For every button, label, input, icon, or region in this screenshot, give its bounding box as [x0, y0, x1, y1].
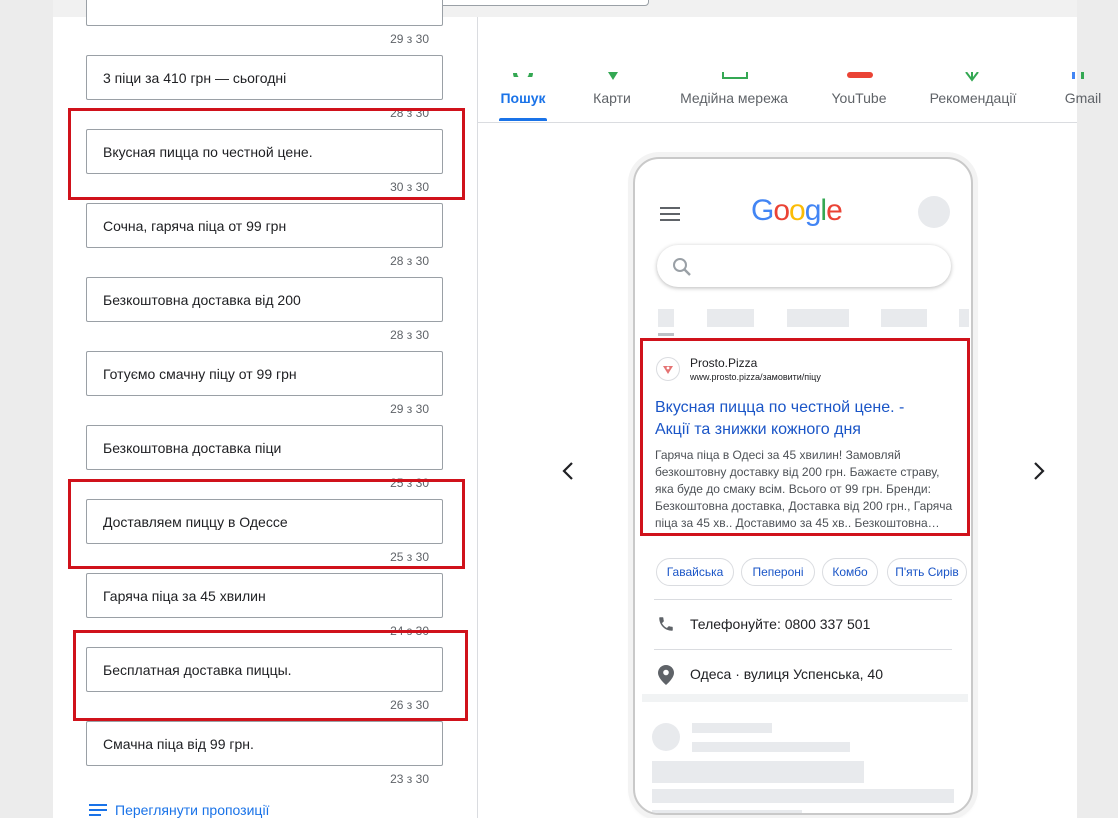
call-extension[interactable]: Телефонуйте: 0800 337 501 [690, 616, 870, 632]
ad-advertiser: Prosto.Pizza [690, 356, 758, 370]
ad-headline-line-2: Акції та знижки кожного дня [655, 421, 861, 438]
headline-input[interactable]: Гаряча піца за 45 хвилин [86, 573, 443, 618]
list-icon [89, 803, 107, 817]
skeleton-line [692, 742, 850, 752]
sitelink-chip[interactable]: Комбо [822, 558, 878, 586]
headline-input[interactable]: Вкусная пицца по честной цене. [86, 129, 443, 174]
character-count: 28 з 30 [390, 254, 429, 268]
tab-1[interactable]: Пошук [500, 90, 545, 106]
character-count: 26 з 30 [390, 698, 429, 712]
tab-6[interactable]: Gmail [1065, 90, 1102, 106]
chevron-right-icon[interactable] [1031, 461, 1047, 481]
search-input[interactable] [657, 245, 951, 287]
ad-description: Гаряча піца в Одесі за 45 хвилин! Замовл… [655, 448, 953, 530]
character-count: 28 з 30 [390, 106, 429, 120]
tab-2[interactable]: Карти [593, 90, 631, 106]
result-separator [642, 694, 968, 702]
phone-icon [659, 617, 673, 631]
panel-divider [477, 17, 478, 818]
tab-3[interactable]: Медійна мережа [680, 90, 788, 106]
gmail-tab-icon [1072, 72, 1084, 79]
headline-input[interactable]: Готуємо смачну піцу от 99 грн [86, 351, 443, 396]
discover-tab-icon [965, 72, 979, 82]
location-pin-icon [658, 665, 674, 685]
skeleton-line [692, 723, 772, 733]
skeleton-avatar [652, 723, 680, 751]
divider [654, 649, 952, 650]
divider [654, 599, 952, 600]
avatar[interactable] [918, 196, 950, 228]
filter-skeleton [959, 309, 969, 327]
character-count: 23 з 30 [390, 772, 429, 786]
magnifier-icon [673, 258, 691, 276]
ad-favicon [656, 357, 680, 381]
sitelink-chip[interactable]: П'ять Сирів [887, 558, 967, 586]
skeleton-line [652, 789, 954, 803]
headline-input[interactable]: Доставляем пиццу в Одессе [86, 499, 443, 544]
display-tab-icon [722, 72, 748, 79]
headline-input[interactable]: 3 піци за 410 грн — сьогодні [86, 55, 443, 100]
headline-input[interactable]: Бесплатная доставка пиццы. [86, 647, 443, 692]
character-count: 24 з 30 [390, 624, 429, 638]
character-count: 25 з 30 [390, 550, 429, 564]
tab-5[interactable]: Рекомендації [930, 90, 1017, 106]
filter-skeleton [787, 309, 849, 327]
active-tab-indicator [499, 118, 547, 121]
ad-headline-line-1: Вкусная пицца по честной цене. - [655, 399, 905, 416]
character-count: 29 з 30 [390, 32, 429, 46]
logo-letter: e [826, 194, 843, 227]
filter-skeleton [658, 309, 674, 327]
filter-skeleton [881, 309, 927, 327]
phone-preview: Google Prosto.Pizza www.prosto.pizza/зам… [633, 157, 973, 815]
hamburger-icon[interactable] [660, 207, 680, 221]
pizza-logo-icon [663, 366, 673, 374]
logo-letter: g [804, 194, 822, 227]
location-extension[interactable]: Одеса · вулиця Успенська, 40 [690, 666, 883, 682]
logo-letter: G [751, 194, 774, 227]
skeleton-line [652, 761, 864, 783]
headline-input[interactable] [86, 0, 443, 26]
view-suggestions-link[interactable]: Переглянути пропозиції [89, 802, 269, 818]
headline-input[interactable]: Безкоштовна доставка від 200 [86, 277, 443, 322]
character-count: 29 з 30 [390, 402, 429, 416]
ad-headline[interactable]: Вкусная пицца по честной цене. - Акції т… [655, 397, 955, 441]
search-tab-icon [513, 72, 533, 77]
view-suggestions-label: Переглянути пропозиції [115, 802, 270, 818]
google-logo: Google [751, 194, 843, 228]
headline-input[interactable]: Сочна, гаряча піца от 99 грн [86, 203, 443, 248]
ad-url: www.prosto.pizza/замовити/піцу [690, 372, 821, 382]
preview-tabs [478, 17, 1077, 123]
headline-input[interactable]: Безкоштовна доставка піци [86, 425, 443, 470]
tab-4[interactable]: YouTube [831, 90, 886, 106]
youtube-tab-icon [847, 72, 873, 78]
character-count: 28 з 30 [390, 328, 429, 342]
skeleton-line [652, 810, 802, 813]
headline-input[interactable]: Смачна піца від 99 грн. [86, 721, 443, 766]
filter-skeleton [707, 309, 754, 327]
filter-skeleton [658, 333, 674, 336]
character-count: 30 з 30 [390, 180, 429, 194]
logo-letter: o [773, 194, 790, 227]
character-count: 25 з 30 [390, 476, 429, 490]
logo-letter: o [789, 194, 806, 227]
sitelink-chip[interactable]: Гавайська [656, 558, 734, 586]
sitelink-chip[interactable]: Пепероні [741, 558, 815, 586]
chevron-left-icon[interactable] [560, 461, 576, 481]
maps-tab-icon [608, 72, 618, 80]
